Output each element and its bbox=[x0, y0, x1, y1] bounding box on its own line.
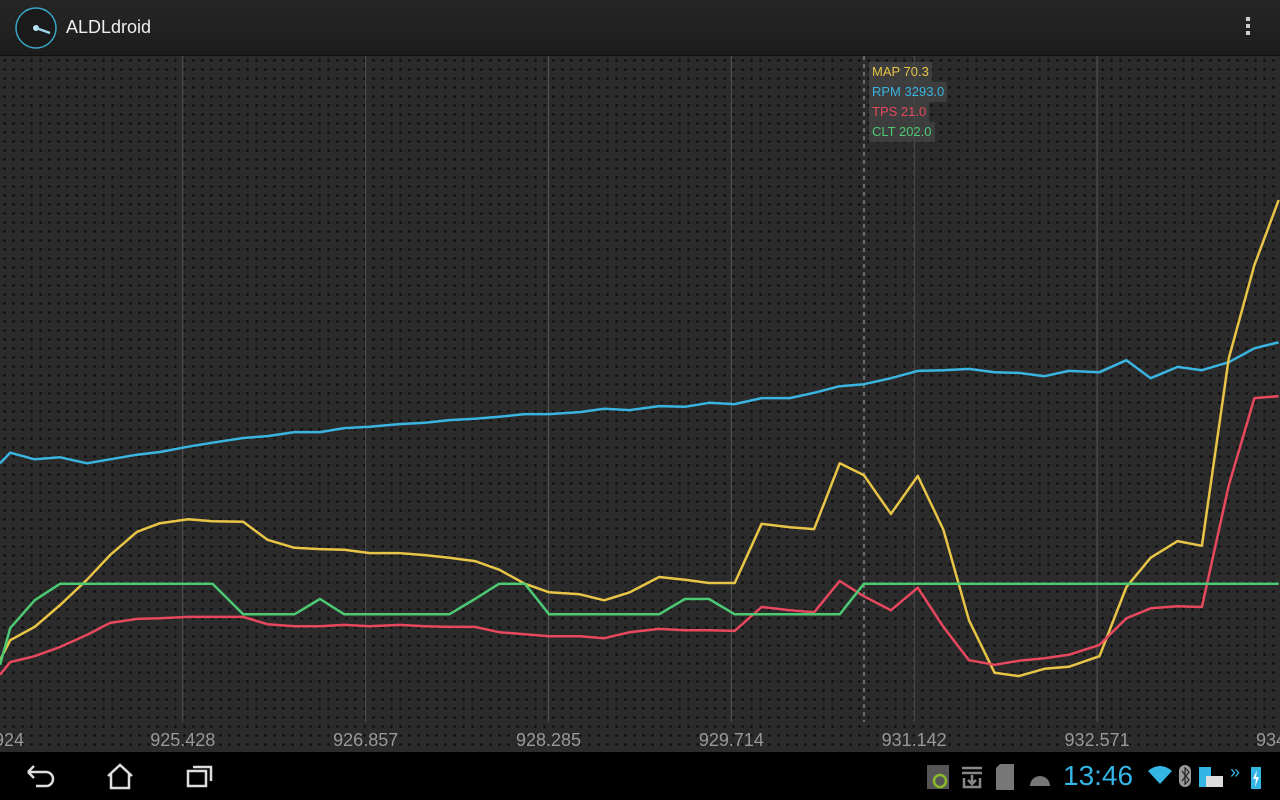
system-nav-bar: 13:46 » bbox=[0, 752, 1280, 800]
download-icon[interactable] bbox=[960, 764, 984, 790]
x-tick-label: 928.285 bbox=[516, 730, 581, 750]
app-logo-gauge-icon bbox=[15, 7, 57, 49]
keyboard-battery-icon bbox=[1199, 767, 1223, 787]
chart-legend: MAP 70.3 RPM 3293.0 TPS 21.0 CLT 202.0 bbox=[869, 62, 948, 142]
sd-card-icon[interactable] bbox=[994, 764, 1016, 790]
x-tick-label: 931.142 bbox=[882, 730, 947, 750]
app-title: ALDLdroid bbox=[66, 17, 152, 37]
x-tick-label: 932.571 bbox=[1065, 730, 1130, 750]
x-tick-label: 925.428 bbox=[150, 730, 215, 750]
series-line-rpm bbox=[0, 341, 1279, 465]
bluetooth-icon bbox=[1179, 765, 1191, 787]
overflow-menu-icon[interactable] bbox=[1238, 14, 1258, 42]
x-tick-label: 926.857 bbox=[333, 730, 398, 750]
wifi-icon bbox=[1148, 766, 1172, 784]
back-icon[interactable] bbox=[20, 760, 60, 792]
x-tick-label: 924 bbox=[0, 730, 24, 750]
more-notifications-icon[interactable]: » bbox=[1230, 762, 1240, 783]
legend-clt: CLT 202.0 bbox=[869, 122, 935, 142]
recent-apps-icon[interactable] bbox=[180, 760, 220, 792]
legend-rpm: RPM 3293.0 bbox=[869, 82, 948, 102]
series-line-map bbox=[0, 199, 1280, 678]
app-notification-icon[interactable] bbox=[926, 764, 950, 790]
action-bar: ALDLdroid bbox=[0, 0, 1280, 56]
battery-charging-icon bbox=[1251, 767, 1261, 789]
home-icon[interactable] bbox=[100, 760, 140, 792]
x-tick-label: 934 bbox=[1256, 730, 1280, 750]
x-tick-label: 929.714 bbox=[699, 730, 764, 750]
series-line-tps bbox=[0, 394, 1279, 676]
chart-area[interactable]: 924 925.428 926.857 928.285 929.714 931.142 93… bbox=[0, 56, 1280, 752]
legend-tps: TPS 21.0 bbox=[869, 102, 930, 122]
line-chart: 924 925.428 926.857 928.285 929.714 931.142 93… bbox=[0, 56, 1280, 750]
series-line-clt bbox=[0, 582, 1279, 666]
android-debug-icon[interactable] bbox=[1028, 764, 1052, 790]
status-clock: 13:46 bbox=[1063, 760, 1134, 791]
legend-map: MAP 70.3 bbox=[869, 62, 932, 82]
